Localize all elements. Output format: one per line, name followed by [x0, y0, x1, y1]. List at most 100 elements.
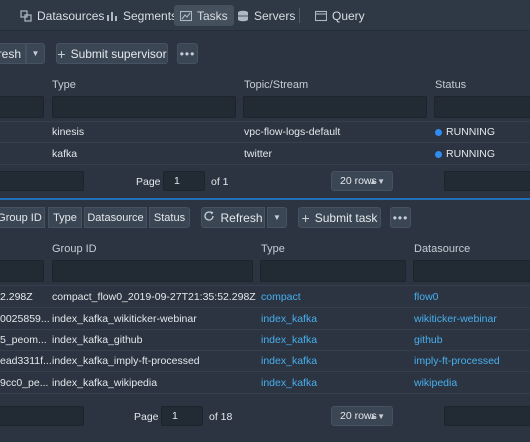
refresh-label: resh: [0, 46, 21, 61]
task-datasource-link[interactable]: imply-ft-processed: [414, 355, 500, 367]
nav-label: Segments: [123, 8, 178, 23]
tasks-icon: [180, 10, 192, 22]
updown-icon: ▲▼: [369, 411, 385, 421]
column-header-datasource[interactable]: Datasource: [414, 243, 470, 255]
nav-datasources[interactable]: Datasources: [14, 5, 110, 26]
next-page-button[interactable]: [444, 406, 530, 426]
task-datasource-link[interactable]: wikiticker-webinar: [414, 313, 497, 325]
submit-supervisor-button[interactable]: + Submit supervisor: [56, 43, 168, 64]
nav-label: Tasks: [197, 8, 228, 23]
supervisor-topic-cell: twitter: [244, 148, 273, 160]
task-id-cell: 0025859...: [0, 313, 50, 325]
previous-page-button[interactable]: [0, 171, 84, 191]
running-status-icon: [435, 150, 442, 158]
group-by-group-id-button[interactable]: Group ID: [0, 207, 45, 228]
group-button-label: Datasource: [87, 211, 144, 224]
nav-divider: [299, 8, 300, 23]
next-page-button[interactable]: [444, 171, 530, 191]
row-divider: [0, 164, 530, 165]
task-refresh-button[interactable]: Refresh: [201, 207, 265, 228]
group-button-label: Type: [53, 211, 77, 224]
page-count-label: of 1: [211, 176, 229, 188]
filter-type-input[interactable]: [52, 96, 236, 118]
filter-group-id-input[interactable]: [52, 260, 253, 282]
supervisor-refresh-button[interactable]: resh: [0, 43, 26, 64]
rows-per-page-select[interactable]: 20 rows ▲▼: [331, 171, 393, 191]
task-datasource-link[interactable]: flow0: [414, 291, 439, 303]
nav-servers[interactable]: Servers: [231, 5, 301, 26]
nav-segments[interactable]: Segments: [100, 5, 183, 26]
task-type-link[interactable]: index_kafka: [261, 334, 317, 346]
filter-task-id-input[interactable]: [0, 260, 44, 282]
segments-icon: [106, 10, 118, 22]
task-type-link[interactable]: index_kafka: [261, 377, 317, 389]
previous-page-button[interactable]: [0, 406, 84, 426]
datasources-icon: [20, 9, 32, 22]
filter-type-input[interactable]: [260, 260, 406, 282]
submit-task-label: Submit task: [314, 210, 378, 225]
page-count-label: of 18: [209, 411, 233, 423]
task-group-cell: index_kafka_wikipedia: [52, 377, 158, 389]
more-icon: •••: [179, 46, 196, 61]
task-id-cell: 5_peom...: [0, 334, 47, 346]
row-divider: [0, 393, 530, 394]
plus-icon: +: [301, 209, 310, 226]
supervisor-type-cell: kinesis: [52, 126, 85, 138]
filter-input[interactable]: [0, 96, 44, 118]
task-group-cell: index_kafka_imply-ft-processed: [52, 355, 200, 367]
task-datasource-link[interactable]: wikipedia: [414, 377, 457, 389]
task-refresh-dropdown[interactable]: ▼: [267, 207, 287, 228]
row-divider: [0, 142, 530, 143]
nav-label: Servers: [254, 8, 296, 23]
group-by-status-button[interactable]: Status: [149, 207, 190, 228]
page-number-input[interactable]: 1: [163, 171, 205, 191]
section-resize-handle[interactable]: [0, 198, 530, 200]
row-divider: [0, 285, 530, 286]
supervisor-topic-cell: vpc-flow-logs-default: [244, 126, 341, 138]
running-status-icon: [435, 128, 442, 136]
row-divider: [0, 307, 530, 308]
more-icon: •••: [392, 210, 409, 225]
caret-down-icon: ▼: [31, 49, 40, 58]
task-id-cell: ead3311f...: [0, 355, 52, 367]
task-type-link[interactable]: index_kafka: [261, 355, 317, 367]
filter-status-input[interactable]: [434, 96, 530, 118]
filter-topic-input[interactable]: [243, 96, 427, 118]
page-number-input[interactable]: 1: [161, 406, 203, 426]
supervisor-more-button[interactable]: •••: [177, 43, 198, 64]
supervisor-refresh-dropdown[interactable]: ▼: [26, 43, 45, 64]
status-text: RUNNING: [446, 126, 495, 138]
column-header-group-id[interactable]: Group ID: [52, 243, 97, 255]
top-nav: Datasources Segments Tasks Servers Query: [0, 0, 530, 31]
submit-supervisor-label: Submit supervisor: [70, 46, 167, 61]
group-by-datasource-button[interactable]: Datasource: [84, 207, 147, 228]
page-label: Page: [136, 176, 161, 188]
group-by-type-button[interactable]: Type: [48, 207, 82, 228]
row-divider: [0, 329, 530, 330]
task-type-link[interactable]: compact: [261, 291, 301, 303]
column-header-type[interactable]: Type: [52, 79, 76, 91]
column-header-topic[interactable]: Topic/Stream: [244, 79, 308, 91]
task-group-cell: index_kafka_github: [52, 334, 143, 346]
nav-tasks[interactable]: Tasks: [174, 5, 234, 26]
group-button-label: Status: [153, 211, 186, 224]
task-more-button[interactable]: •••: [390, 207, 411, 228]
servers-icon: [237, 10, 249, 22]
status-text: RUNNING: [446, 148, 495, 160]
group-button-label: Group ID: [0, 211, 42, 224]
column-header-status[interactable]: Status: [435, 79, 466, 91]
refresh-icon: [203, 210, 215, 225]
task-group-cell: compact_flow0_2019-09-27T21:35:52.298Z: [52, 291, 256, 303]
row-divider: [0, 371, 530, 372]
filter-datasource-input[interactable]: [413, 260, 530, 282]
task-type-link[interactable]: index_kafka: [261, 313, 317, 325]
column-header-type[interactable]: Type: [261, 243, 285, 255]
nav-label: Query: [332, 8, 365, 23]
supervisor-type-cell: kafka: [52, 148, 78, 160]
rows-per-page-select[interactable]: 20 rows ▲▼: [331, 406, 393, 426]
task-datasource-link[interactable]: github: [414, 334, 443, 346]
submit-task-button[interactable]: + Submit task: [298, 207, 381, 228]
nav-query[interactable]: Query: [309, 5, 371, 26]
refresh-label: Refresh: [220, 210, 263, 225]
nav-label: Datasources: [37, 8, 105, 23]
